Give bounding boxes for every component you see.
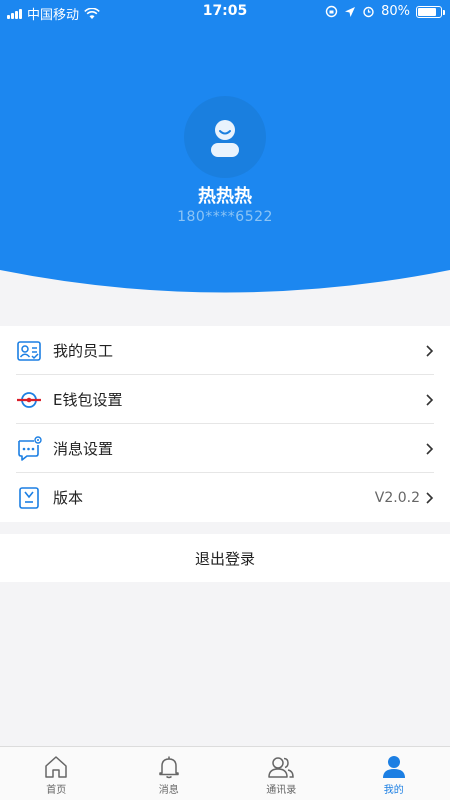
e-wallet-icon — [16, 387, 42, 413]
location-icon — [345, 6, 356, 17]
status-bar: 中国移动 17:05 80% — [0, 0, 450, 24]
menu-item-my-employees[interactable]: 我的员工 — [0, 326, 450, 375]
version-icon — [16, 485, 42, 511]
chevron-right-icon — [426, 442, 434, 455]
alarm-icon — [363, 6, 374, 18]
chevron-right-icon — [426, 491, 434, 504]
tab-profile[interactable]: 我的 — [338, 747, 450, 800]
tab-label: 消息 — [158, 785, 179, 796]
logout-button[interactable]: 退出登录 — [0, 534, 450, 582]
settings-menu: 我的员工 E钱包设置 消息设置 版本 V2.0.2 — [0, 326, 450, 522]
battery-percent: 80% — [381, 4, 410, 19]
battery-icon — [416, 5, 445, 18]
avatar[interactable] — [184, 96, 266, 178]
tab-messages[interactable]: 消息 — [113, 747, 226, 800]
orientation-lock-icon — [325, 5, 338, 18]
bell-icon — [159, 756, 179, 779]
tab-home[interactable]: 首页 — [0, 747, 113, 800]
version-value: V2.0.2 — [374, 489, 420, 506]
menu-item-label: 版本 — [53, 489, 84, 507]
user-avatar-icon — [211, 120, 239, 157]
home-icon — [45, 756, 67, 778]
employee-card-icon — [16, 338, 42, 364]
menu-item-label: 我的员工 — [53, 342, 114, 360]
menu-item-version[interactable]: 版本 V2.0.2 — [0, 473, 450, 522]
tab-bar: 首页 消息 通讯录 我的 — [0, 746, 450, 800]
message-settings-icon — [16, 435, 42, 462]
profile-header: 中国移动 17:05 80% 热热热 180****6522 — [0, 0, 450, 300]
user-phone: 180****6522 — [177, 209, 273, 225]
menu-item-label: E钱包设置 — [53, 391, 123, 409]
tab-contacts[interactable]: 通讯录 — [225, 747, 338, 800]
menu-item-e-wallet-settings[interactable]: E钱包设置 — [0, 375, 450, 424]
contacts-icon — [268, 757, 295, 778]
tab-label: 通讯录 — [266, 785, 297, 796]
tab-label: 首页 — [46, 785, 67, 796]
menu-item-label: 消息设置 — [53, 440, 114, 458]
profile-icon — [382, 756, 405, 778]
user-name: 热热热 — [198, 186, 252, 207]
chevron-right-icon — [426, 393, 434, 406]
tab-label: 我的 — [383, 785, 404, 796]
menu-item-message-settings[interactable]: 消息设置 — [0, 424, 450, 473]
chevron-right-icon — [426, 344, 434, 357]
